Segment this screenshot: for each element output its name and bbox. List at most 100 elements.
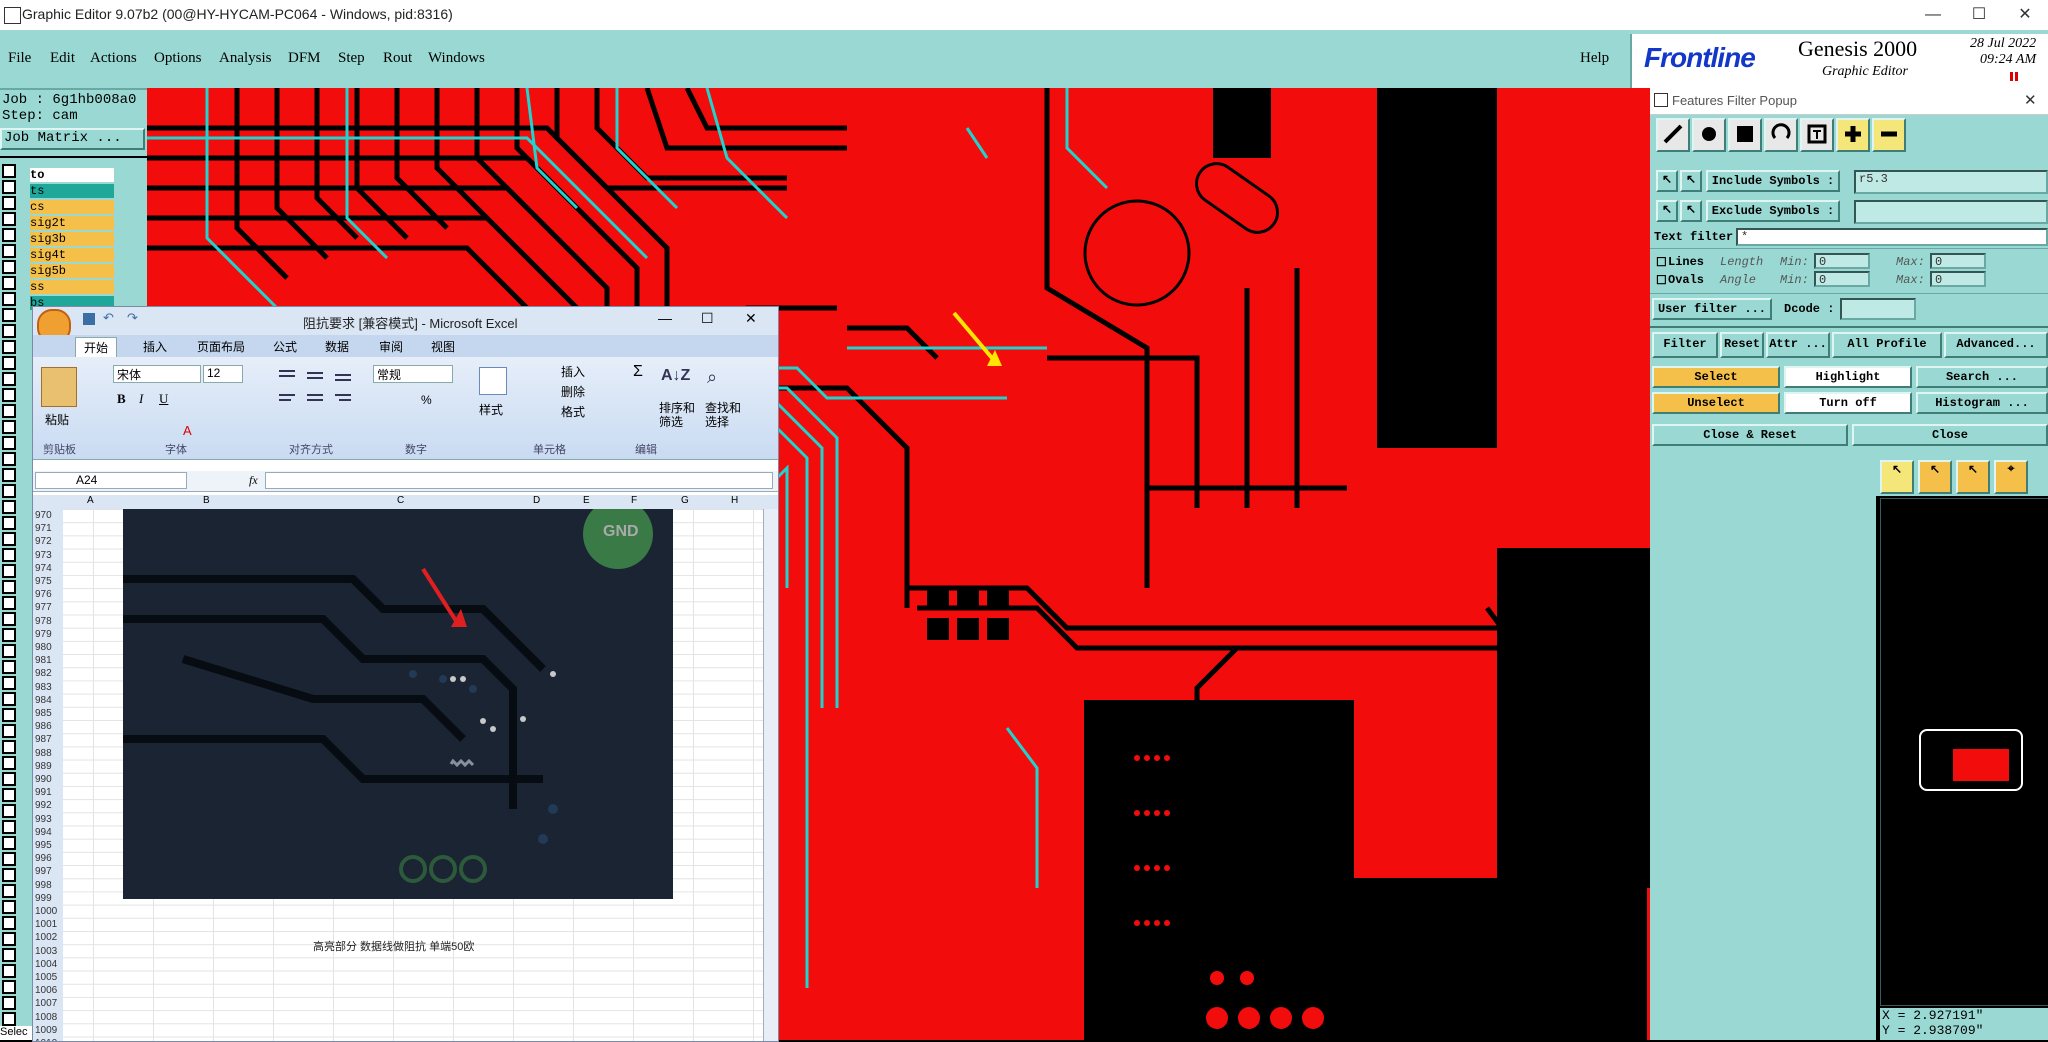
include-pick-arrow2-icon[interactable]: ↖ bbox=[1680, 170, 1702, 192]
pick-cursor-icon[interactable]: ↖ bbox=[1880, 460, 1914, 494]
layer-to[interactable]: to bbox=[30, 168, 114, 182]
exclude-symbols-field[interactable] bbox=[1854, 200, 2048, 224]
positive-polarity-icon[interactable] bbox=[1836, 118, 1870, 152]
col-g[interactable]: G bbox=[681, 495, 689, 506]
row-header[interactable]: 1008 bbox=[35, 1011, 57, 1024]
layer-checkbox[interactable] bbox=[2, 884, 16, 898]
exclude-symbols-button[interactable]: Exclude Symbols : bbox=[1706, 200, 1840, 222]
row-header[interactable]: 979 bbox=[35, 628, 52, 641]
menu-help[interactable]: Help bbox=[1580, 50, 1609, 67]
layer-checkbox[interactable] bbox=[2, 404, 16, 418]
angle-max-field[interactable]: 0 bbox=[1930, 271, 1986, 287]
menu-step[interactable]: Step bbox=[338, 50, 365, 67]
layer-checkbox[interactable] bbox=[2, 692, 16, 706]
underline-icon[interactable]: U bbox=[159, 391, 168, 407]
redo-icon[interactable]: ↷ bbox=[127, 310, 138, 326]
close-icon[interactable]: ✕ bbox=[2002, 0, 2048, 30]
maximize-icon[interactable]: ☐ bbox=[1956, 0, 2002, 30]
style-label[interactable]: 样式 bbox=[479, 401, 503, 418]
row-header[interactable]: 994 bbox=[35, 826, 52, 839]
row-header[interactable]: 980 bbox=[35, 641, 52, 654]
layer-checkbox[interactable] bbox=[2, 772, 16, 786]
job-matrix-button[interactable]: Job Matrix ... bbox=[0, 128, 145, 150]
layer-checkbox[interactable] bbox=[2, 436, 16, 450]
layer-checkbox[interactable] bbox=[2, 212, 16, 226]
layer-checkbox[interactable] bbox=[2, 260, 16, 274]
row-header[interactable]: 985 bbox=[35, 707, 52, 720]
layer-ts[interactable]: ts bbox=[30, 184, 114, 198]
pasted-pcb-image[interactable]: GND bbox=[123, 509, 673, 899]
all-profile-dropdown[interactable]: All Profile bbox=[1832, 332, 1942, 358]
layer-checkbox[interactable] bbox=[2, 228, 16, 242]
layer-ss[interactable]: ss bbox=[30, 280, 114, 294]
col-d[interactable]: D bbox=[533, 495, 540, 506]
layer-checkbox[interactable] bbox=[2, 500, 16, 514]
find-select-label[interactable]: 查找和 选择 bbox=[705, 401, 741, 429]
font-name-select[interactable]: 宋体 bbox=[113, 365, 201, 383]
vertical-scrollbar[interactable] bbox=[763, 509, 778, 1041]
layer-checkbox[interactable] bbox=[2, 292, 16, 306]
row-header[interactable]: 989 bbox=[35, 760, 52, 773]
col-f[interactable]: F bbox=[631, 495, 637, 506]
ovals-checkbox[interactable]: ☐ bbox=[1656, 273, 1667, 288]
sort-icon[interactable]: A↓Z bbox=[661, 367, 690, 385]
row-header[interactable]: 970 bbox=[35, 509, 52, 522]
row-header[interactable]: 978 bbox=[35, 615, 52, 628]
row-header[interactable]: 991 bbox=[35, 786, 52, 799]
layer-checkbox[interactable] bbox=[2, 612, 16, 626]
sum-icon[interactable]: Σ bbox=[633, 363, 643, 381]
menu-windows[interactable]: Windows bbox=[428, 50, 485, 67]
arc-feature-icon[interactable] bbox=[1764, 118, 1798, 152]
menu-analysis[interactable]: Analysis bbox=[219, 50, 272, 67]
layer-checkbox[interactable] bbox=[2, 836, 16, 850]
formula-input[interactable] bbox=[265, 472, 773, 489]
row-header[interactable]: 993 bbox=[35, 813, 52, 826]
row-header[interactable]: 987 bbox=[35, 733, 52, 746]
lines-checkbox[interactable]: ☐ bbox=[1656, 255, 1667, 270]
style-icon[interactable] bbox=[479, 367, 507, 395]
layer-checkbox[interactable] bbox=[2, 788, 16, 802]
layer-checkbox[interactable] bbox=[2, 948, 16, 962]
pick-snap-icon[interactable]: ⌖ bbox=[1994, 460, 2028, 494]
select-button[interactable]: Select bbox=[1652, 366, 1780, 388]
font-size-select[interactable]: 12 bbox=[203, 365, 243, 383]
layer-cs[interactable]: cs bbox=[30, 200, 114, 214]
excel-maximize-icon[interactable]: ☐ bbox=[701, 310, 714, 327]
row-header[interactable]: 996 bbox=[35, 852, 52, 865]
layer-checkbox[interactable] bbox=[2, 676, 16, 690]
col-a[interactable]: A bbox=[87, 495, 94, 506]
row-header[interactable]: 992 bbox=[35, 799, 52, 812]
menu-dfm[interactable]: DFM bbox=[288, 50, 321, 67]
layer-checkbox[interactable] bbox=[2, 644, 16, 658]
layer-checkbox[interactable] bbox=[2, 628, 16, 642]
menu-edit[interactable]: Edit bbox=[50, 50, 75, 67]
include-symbols-button[interactable]: Include Symbols : bbox=[1706, 170, 1840, 192]
layer-sig5b[interactable]: sig5b bbox=[30, 264, 114, 278]
search-button[interactable]: Search ... bbox=[1916, 366, 2048, 388]
italic-icon[interactable]: I bbox=[139, 391, 143, 407]
minimize-icon[interactable]: — bbox=[1910, 0, 1956, 30]
layer-checkbox[interactable] bbox=[2, 596, 16, 610]
row-header[interactable]: 1004 bbox=[35, 958, 57, 971]
row-header[interactable]: 999 bbox=[35, 892, 52, 905]
font-color-icon[interactable]: A bbox=[183, 423, 192, 438]
reset-button[interactable]: Reset bbox=[1720, 332, 1764, 358]
delete-cells[interactable]: 删除 bbox=[561, 383, 585, 400]
close-button[interactable]: Close bbox=[1852, 424, 2048, 446]
layer-checkbox[interactable] bbox=[2, 196, 16, 210]
layer-checkbox[interactable] bbox=[2, 484, 16, 498]
layer-sig4t[interactable]: sig4t bbox=[30, 248, 114, 262]
exclude-pick-arrow-icon[interactable]: ↖ bbox=[1656, 200, 1678, 222]
layer-checkbox[interactable] bbox=[2, 900, 16, 914]
sort-filter-label[interactable]: 排序和 筛选 bbox=[659, 401, 695, 429]
user-filter-button[interactable]: User filter ... bbox=[1652, 298, 1772, 320]
layer-checkbox[interactable] bbox=[2, 180, 16, 194]
fx-icon[interactable]: fx bbox=[249, 473, 258, 488]
layer-checkbox[interactable] bbox=[2, 308, 16, 322]
menu-actions[interactable]: Actions bbox=[90, 50, 137, 67]
percent-icon[interactable]: % bbox=[421, 393, 432, 407]
layer-checkbox[interactable] bbox=[2, 932, 16, 946]
layer-checkbox[interactable] bbox=[2, 708, 16, 722]
layer-checkbox[interactable] bbox=[2, 660, 16, 674]
layer-sig2t[interactable]: sig2t bbox=[30, 216, 114, 230]
